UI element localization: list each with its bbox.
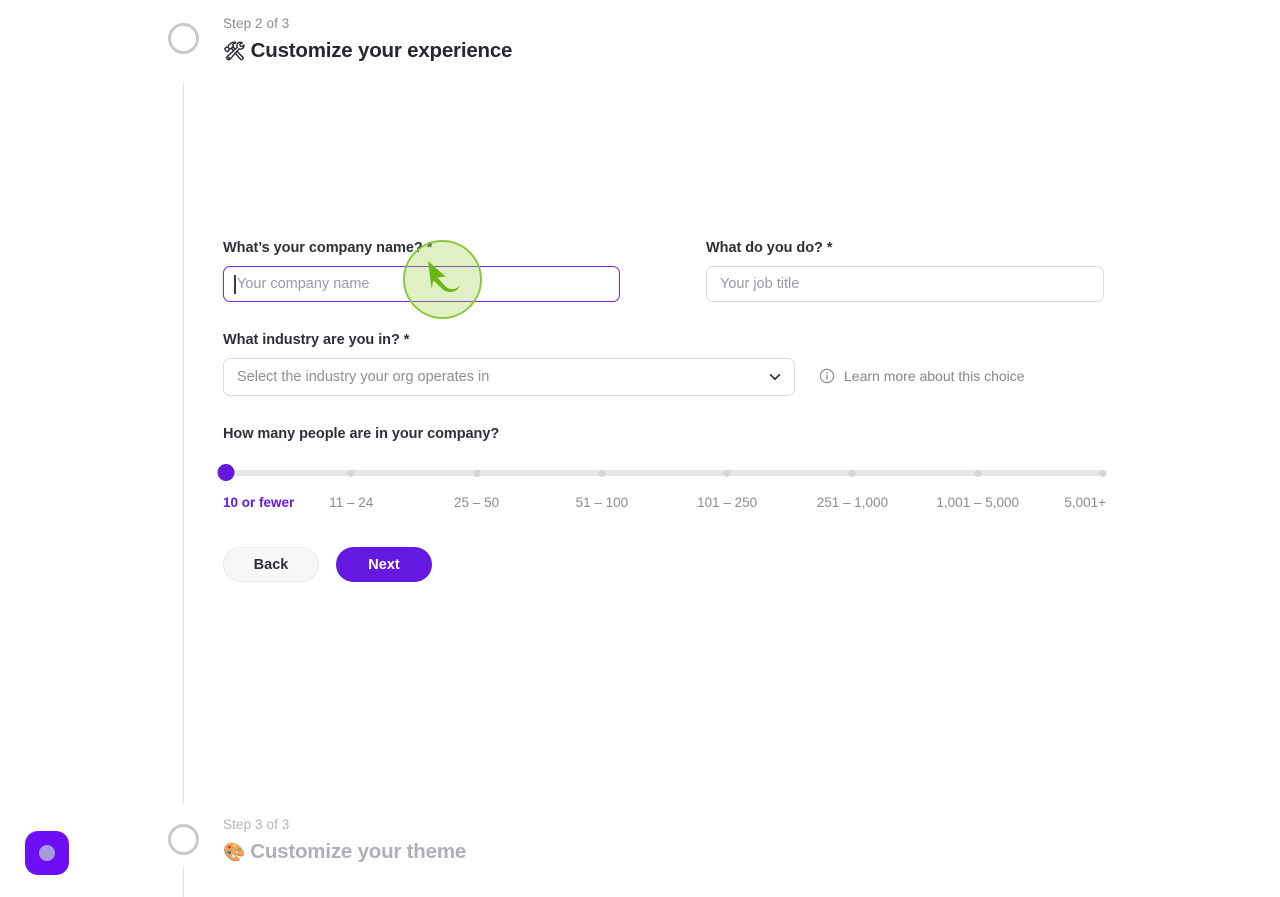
slider-tick[interactable] [473,469,481,477]
job-title-input[interactable] [706,266,1104,302]
next-button[interactable]: Next [336,547,432,582]
learn-more-link[interactable]: Learn more about this choice [819,368,1025,384]
step-2-header: Step 2 of 3 🛠 Customize your experience [223,14,512,66]
company-name-input[interactable] [223,266,620,302]
industry-select[interactable]: Select the industry your org operates in [223,358,795,396]
name-and-role-row: What’s your company name? * What do you … [223,238,1106,302]
slider-tick[interactable] [848,469,856,477]
app-launcher-button[interactable] [25,831,69,875]
slider-tick-label[interactable]: 1,001 – 5,000 [936,495,1019,510]
slider-tick[interactable] [598,469,606,477]
industry-label: What industry are you in? * [223,332,410,348]
slider-tick[interactable] [1099,469,1107,477]
company-name-label: What’s your company name? * [223,240,433,256]
step-2-title: 🛠 Customize your experience [223,37,512,66]
industry-select-value: Select the industry your org operates in [237,369,490,385]
step-2-title-text: Customize your experience [250,39,513,62]
back-button[interactable]: Back [223,547,319,582]
chevron-down-icon [769,373,781,381]
step-3-kicker: Step 3 of 3 [223,817,290,832]
text-caret [234,275,236,294]
step-indicator-3 [168,824,199,855]
slider-tick-label[interactable]: 5,001+ [1064,495,1106,510]
company-name-field-group: What’s your company name? * [223,238,620,302]
rail-line-segment [183,82,184,804]
slider-tick[interactable] [974,469,982,477]
slider-tick-label[interactable]: 101 – 250 [697,495,757,510]
industry-select-row: Select the industry your org operates in… [223,358,1106,396]
slider-tick-label[interactable]: 11 – 24 [329,495,373,510]
artist-palette-icon: 🎨 [223,842,246,863]
slider-tick-label[interactable]: 10 or fewer [223,495,294,510]
job-title-field-group: What do you do? * [706,238,1104,302]
app-launcher-dot-icon [39,845,55,861]
step-2-kicker: Step 2 of 3 [223,16,290,31]
company-size-label: How many people are in your company? [223,426,500,442]
industry-field-group: What industry are you in? * Select the i… [223,330,1106,396]
step-3-title-text: Customize your theme [250,840,467,863]
company-size-slider[interactable]: 10 or fewer 11 – 24 25 – 50 51 – 100 101 – 2… [217,464,1107,520]
slider-tick-label[interactable]: 251 – 1,000 [817,495,888,510]
learn-more-text: Learn more about this choice [844,367,1025,384]
form-actions: Back Next [223,547,1106,582]
step-indicator-2 [168,23,199,54]
stepper-rail [183,0,184,897]
step-3-title: 🎨 Customize your theme [223,838,466,867]
info-circle-icon [819,368,835,383]
company-name-input-wrap [223,266,620,302]
rail-line-segment [183,866,184,897]
hammer-and-wrench-icon: 🛠 [223,41,246,62]
job-title-label: What do you do? * [706,240,833,256]
slider-tick[interactable] [723,469,731,477]
step-3-header: Step 3 of 3 🎨 Customize your theme [223,815,466,867]
company-size-field-group: How many people are in your company? 10 … [217,426,1107,520]
customize-experience-form: What’s your company name? * What do you … [217,238,1107,582]
slider-tick-label[interactable]: 25 – 50 [454,495,499,510]
slider-thumb[interactable] [217,464,235,481]
slider-tick[interactable] [347,469,355,477]
slider-tick-label[interactable]: 51 – 100 [576,495,629,510]
